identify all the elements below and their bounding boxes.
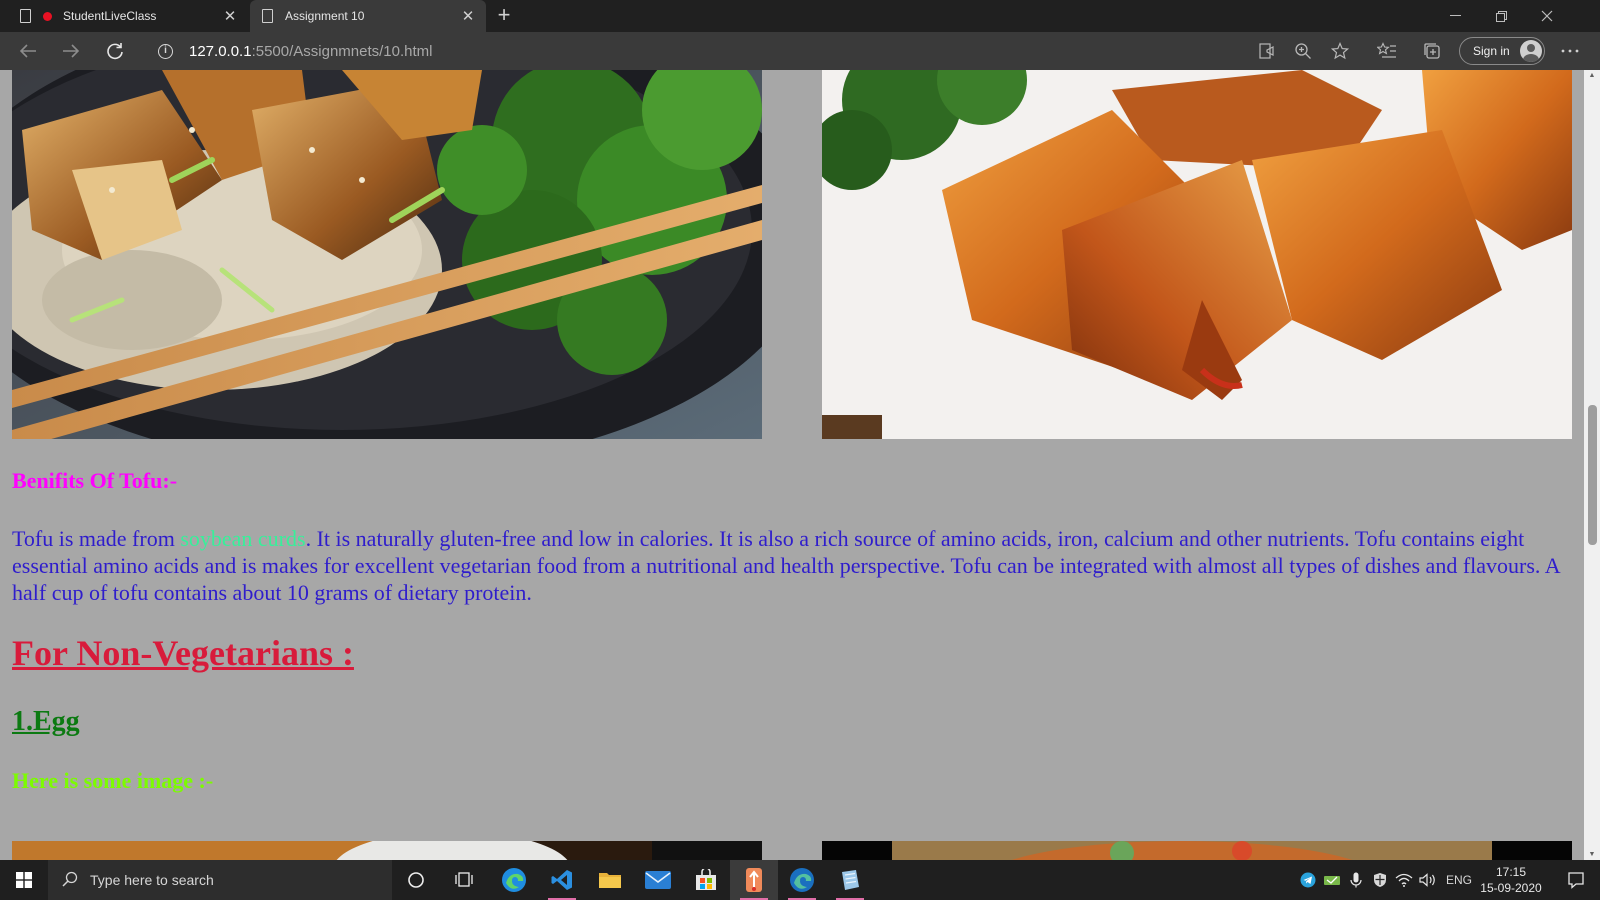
- favorite-star-icon[interactable]: [1327, 39, 1353, 63]
- new-tab-button[interactable]: +: [491, 3, 517, 29]
- refresh-icon[interactable]: [101, 38, 129, 64]
- task-view-icon[interactable]: [440, 860, 488, 900]
- wifi-icon[interactable]: [1392, 860, 1416, 900]
- url-path: :5500/Assignmnets/10.html: [251, 42, 433, 60]
- read-aloud-icon[interactable]: [1254, 39, 1280, 63]
- egg-heading: 1.Egg: [12, 706, 80, 737]
- highlighted-text: soybean curds: [180, 526, 306, 551]
- scrollbar-thumb[interactable]: [1588, 405, 1597, 545]
- microphone-icon[interactable]: [1344, 860, 1368, 900]
- language-indicator[interactable]: ENG: [1442, 860, 1476, 900]
- info-icon[interactable]: i: [158, 43, 173, 59]
- tab-title: Assignment 10: [285, 9, 365, 23]
- nonveg-heading: For Non-Vegetarians :: [12, 633, 354, 673]
- taskbar-search-input[interactable]: Type here to search: [48, 860, 392, 900]
- volume-icon[interactable]: [1416, 860, 1440, 900]
- tab-assignment-10[interactable]: Assignment 10 ✕: [250, 0, 486, 32]
- address-toolbar: i 127.0.0.1:5500/Assignmnets/10.html: [0, 32, 1600, 70]
- url-bar[interactable]: i 127.0.0.1:5500/Assignmnets/10.html: [150, 38, 433, 64]
- forward-icon[interactable]: [57, 38, 85, 64]
- file-explorer-icon[interactable]: [586, 860, 634, 900]
- more-icon[interactable]: [1557, 39, 1583, 63]
- windows-taskbar: Type here to search ENG 17:15 15-09-2020: [0, 860, 1600, 900]
- clock-date: 15-09-2020: [1480, 881, 1542, 895]
- tab-title: StudentLiveClass: [63, 9, 157, 23]
- page-icon: [20, 9, 31, 23]
- scroll-up-icon[interactable]: ▲: [1587, 72, 1597, 79]
- recorder-app-icon[interactable]: [730, 860, 778, 900]
- tofu-bowl-image: [12, 70, 762, 439]
- avatar-icon: [1519, 40, 1542, 62]
- tab-strip: StudentLiveClass ✕ Assignment 10 ✕ +: [0, 0, 1600, 32]
- egg-image-1: [12, 841, 762, 860]
- paragraph-intro: Tofu is made from: [12, 526, 181, 551]
- page-icon: [262, 9, 273, 23]
- sign-in-button[interactable]: Sign in: [1459, 37, 1545, 65]
- security-shield-icon[interactable]: [1368, 860, 1392, 900]
- close-window-button[interactable]: [1524, 0, 1570, 32]
- edge-dev-icon[interactable]: [778, 860, 826, 900]
- close-tab-icon[interactable]: ✕: [222, 7, 238, 25]
- egg-image-2: [822, 841, 1572, 860]
- scroll-down-icon[interactable]: ▼: [1587, 851, 1597, 858]
- collections-icon[interactable]: [1419, 39, 1445, 63]
- clock-time: 17:15: [1495, 865, 1527, 879]
- search-placeholder: Type here to search: [90, 872, 214, 888]
- minimize-button[interactable]: [1432, 0, 1478, 32]
- taskbar-clock[interactable]: 17:15 15-09-2020: [1476, 864, 1546, 896]
- zoom-icon[interactable]: [1290, 39, 1316, 63]
- page-viewport: Benifits Of Tofu:- Tofu is made from soy…: [0, 70, 1584, 860]
- cortana-icon[interactable]: [392, 860, 440, 900]
- close-tab-icon[interactable]: ✕: [460, 7, 476, 25]
- recording-dot-icon: [43, 11, 52, 21]
- notes-app-icon[interactable]: [826, 860, 874, 900]
- benefits-heading: Benifits Of Tofu:-: [12, 468, 178, 493]
- url-host: 127.0.0.1: [189, 42, 252, 60]
- sign-in-label: Sign in: [1473, 44, 1510, 58]
- store-icon[interactable]: [682, 860, 730, 900]
- tab-studentliveclass[interactable]: StudentLiveClass ✕: [8, 0, 248, 32]
- favorites-icon[interactable]: [1374, 39, 1400, 63]
- search-icon: [62, 871, 78, 890]
- mail-icon[interactable]: [634, 860, 682, 900]
- back-icon[interactable]: [14, 38, 42, 64]
- vertical-scrollbar[interactable]: ▲ ▼: [1584, 70, 1600, 860]
- restore-button[interactable]: [1478, 0, 1524, 32]
- storage-sync-icon[interactable]: [1320, 860, 1344, 900]
- image-caption: Here is some image :-: [12, 768, 214, 793]
- notification-center-icon[interactable]: [1556, 860, 1596, 900]
- telegram-icon[interactable]: [1296, 860, 1320, 900]
- windows-start-icon[interactable]: [0, 860, 48, 900]
- fried-tofu-image: [822, 70, 1572, 439]
- tofu-paragraph: Tofu is made from soybean curds. It is n…: [12, 525, 1567, 606]
- edge-browser-icon[interactable]: [490, 860, 538, 900]
- vscode-icon[interactable]: [538, 860, 586, 900]
